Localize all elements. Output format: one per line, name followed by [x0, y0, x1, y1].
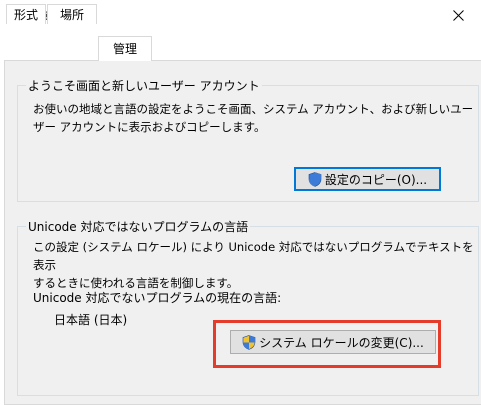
welcome-description: お使いの地域と言語の設定をようこそ画面、システム アカウント、および新しいユー … — [33, 100, 478, 136]
unicode-description-line1: この設定 (システム ロケール) により Unicode 対応ではないプログラム… — [33, 240, 474, 272]
welcome-description-line1: お使いの地域と言語の設定をようこそ画面、システム アカウント、および新しいユー — [33, 102, 474, 116]
copy-settings-label: 設定のコピー(O)... — [324, 172, 428, 187]
highlight-annotation — [213, 320, 441, 368]
tab-format[interactable]: 形式 — [6, 4, 46, 24]
unicode-group-title: Unicode 対応ではないプログラムの言語 — [26, 218, 251, 235]
uac-shield-icon — [308, 171, 322, 187]
unicode-group: Unicode 対応ではないプログラムの言語 この設定 (システム ロケール) … — [17, 218, 479, 396]
copy-settings-button[interactable]: 設定のコピー(O)... — [294, 167, 441, 191]
close-button[interactable] — [435, 0, 481, 30]
tab-location[interactable]: 場所 — [47, 4, 97, 24]
welcome-description-line2: ザー アカウントに表示およびコピーします。 — [33, 120, 266, 134]
welcome-group: ようこそ画面と新しいユーザー アカウント お使いの地域と言語の設定をようこそ画面… — [17, 77, 479, 202]
current-language-label: Unicode 対応でないプログラムの現在の言語: — [33, 291, 282, 305]
close-icon — [452, 9, 464, 21]
current-language-value: 日本語 (日本) — [54, 313, 128, 327]
welcome-group-title: ようこそ画面と新しいユーザー アカウント — [26, 77, 262, 94]
unicode-description: この設定 (システム ロケール) により Unicode 対応ではないプログラム… — [33, 238, 478, 292]
tab-administrative[interactable]: 管理 — [98, 36, 152, 61]
